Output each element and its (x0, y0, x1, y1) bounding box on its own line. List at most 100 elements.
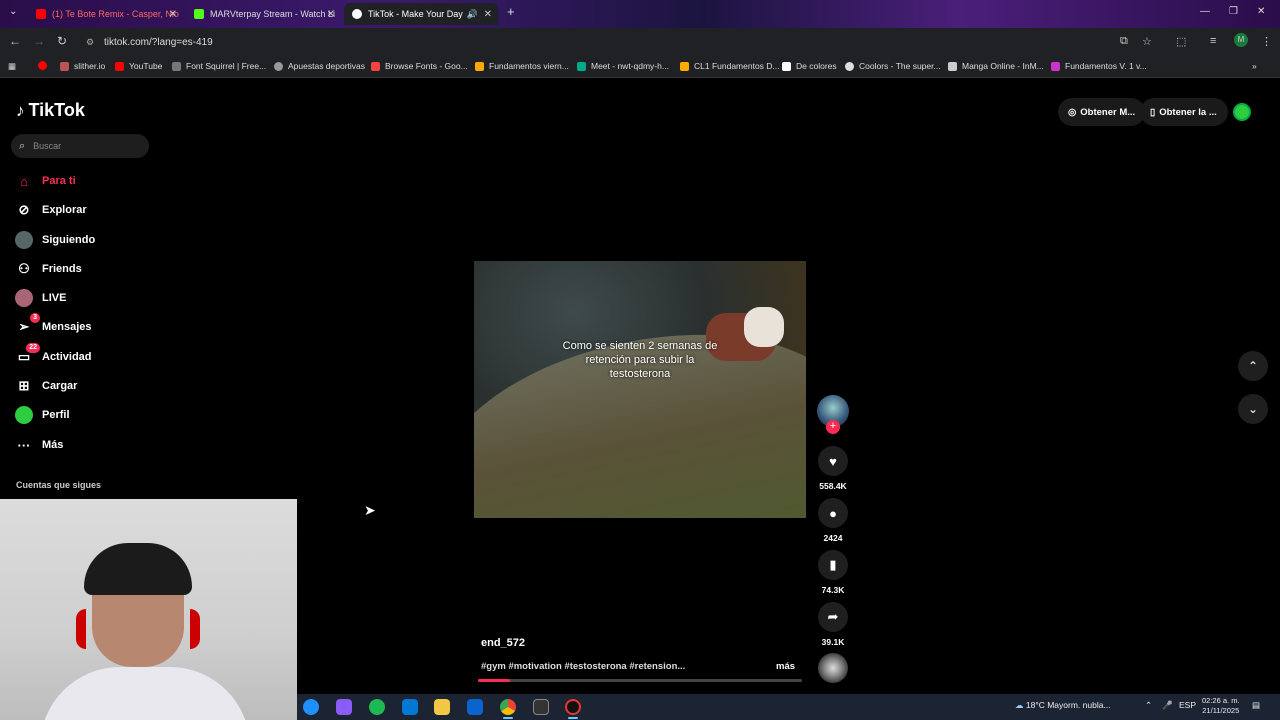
tab-search-icon[interactable]: ⌄ (9, 6, 17, 17)
audio-playing-icon[interactable]: 🔊 (467, 9, 478, 20)
search-placeholder: Buscar (33, 141, 62, 151)
get-app-button[interactable]: ▯ Obtener la ... (1140, 98, 1228, 126)
more-button[interactable]: más (776, 661, 795, 672)
bookmark-7[interactable]: CL1 Fundamentos D... (680, 61, 780, 71)
microphone-icon[interactable]: 🎤 (1162, 700, 1173, 711)
new-tab-button[interactable]: + (507, 4, 515, 19)
obs-icon[interactable] (565, 699, 581, 715)
tray-overflow-icon[interactable]: ⌃ (1145, 700, 1152, 711)
bookmark-5[interactable]: Fundamentos viern... (475, 61, 569, 71)
account-avatar[interactable]: M (1234, 33, 1248, 47)
weather-widget[interactable]: ☁ 18°C Mayorm. nubla... (1015, 700, 1111, 711)
bookmark-1[interactable]: YouTube (115, 61, 162, 71)
restore-button[interactable]: ❐ (1229, 6, 1238, 17)
sidebar-item-perfil[interactable]: Perfil (14, 405, 70, 425)
home-icon: ⌂ (20, 173, 28, 189)
taskbar-clock[interactable]: 02:26 a. m. 21/11/2025 (1202, 696, 1240, 716)
chevron-down-icon: ⌄ (1247, 402, 1259, 416)
comment-action[interactable]: ● 2424 (817, 498, 849, 543)
close-tab-icon[interactable]: ✕ (169, 9, 177, 20)
address-bar[interactable]: ⚙ tiktok.com/?lang=es-419 (80, 31, 1160, 53)
youtube-music-icon (38, 61, 47, 70)
spotify-icon[interactable] (369, 699, 385, 715)
bookmark-4[interactable]: Browse Fonts - Goo... (371, 61, 468, 71)
language-indicator[interactable]: ESP (1179, 700, 1196, 710)
bookmark-10[interactable]: Manga Online - InM... (948, 61, 1044, 71)
bookmark-0[interactable]: slither.io (60, 61, 105, 71)
like-count: 558.4K (819, 481, 847, 491)
extensions-icon[interactable]: ⬚ (1176, 35, 1186, 48)
previous-video-button[interactable]: ⌃ (1238, 351, 1268, 381)
more-bookmarks-icon[interactable]: » (1252, 61, 1257, 71)
close-tab-icon[interactable]: ✕ (327, 9, 335, 20)
following-avatar (14, 231, 34, 249)
install-app-icon[interactable]: ⧉ (1120, 35, 1128, 48)
forward-icon[interactable]: → (33, 34, 45, 48)
slither-icon (60, 61, 69, 71)
chrome-icon[interactable] (500, 699, 516, 715)
sidebar-item-mensajes[interactable]: ➢ 3 Mensajes (14, 313, 92, 337)
menu-kebab-icon[interactable]: ⋮ (1261, 35, 1272, 48)
video-player[interactable]: Como se sienten 2 semanas de retención p… (474, 261, 806, 518)
video-caption: Como se sienten 2 semanas de retención p… (562, 340, 718, 380)
outlook-icon[interactable] (402, 699, 418, 715)
apps-grid-icon[interactable]: ▦ (8, 61, 16, 72)
close-window-button[interactable]: ✕ (1257, 6, 1265, 17)
share-count: 39.1K (821, 637, 845, 647)
close-tab-icon[interactable]: ✕ (484, 9, 492, 20)
share-action[interactable]: ➦ 39.1K (817, 602, 849, 647)
user-profile-avatar[interactable] (1233, 103, 1251, 121)
squirrel-icon (172, 61, 181, 71)
sidebar-item-explorar[interactable]: ⊘ Explorar (14, 200, 87, 220)
get-coins-button[interactable]: ◎ Obtener M... (1058, 98, 1146, 126)
bookmark-star-icon[interactable]: ☆ (1142, 35, 1152, 48)
copilot-icon[interactable] (336, 699, 352, 715)
file-explorer-icon[interactable] (434, 699, 450, 715)
follow-plus-icon[interactable]: + (826, 420, 840, 434)
comment-icon[interactable]: ● (818, 498, 848, 528)
bookmark-11[interactable]: Fundamentos V. 1 v... (1051, 61, 1147, 71)
clock-time: 02:26 a. m. (1202, 696, 1240, 705)
sidebar-item-actividad[interactable]: ▭ 22 Actividad (14, 343, 92, 367)
bookmark-3[interactable]: Apuestas deportivas (274, 61, 365, 71)
tab-tiktok[interactable]: TikTok - Make Your Day 🔊 ✕ (344, 3, 498, 25)
bookmark-9[interactable]: Coolors - The super... (845, 61, 941, 71)
tab-kick[interactable]: MARVterpay Stream - Watch Li ✕ (186, 3, 341, 25)
sidebar-item-siguiendo[interactable]: Siguiendo (14, 230, 95, 250)
sidebar-item-para-ti[interactable]: ⌂ Para ti (14, 171, 76, 191)
sidebar-item-mas[interactable]: ··· Más (14, 435, 64, 455)
next-video-button[interactable]: ⌄ (1238, 394, 1268, 424)
notifications-icon[interactable]: ▤ (1252, 700, 1260, 711)
video-cow-head (744, 307, 784, 347)
bookmark-6[interactable]: Meet - nwt-qdmy-h... (577, 61, 669, 71)
store-icon[interactable] (467, 699, 483, 715)
save-action[interactable]: ▮ 74.3K (817, 550, 849, 595)
minimize-button[interactable]: — (1200, 6, 1210, 17)
music-disc-icon[interactable] (818, 653, 848, 683)
progress-fill (478, 679, 511, 682)
video-author[interactable]: end_572 (481, 637, 525, 649)
bookmark-8[interactable]: De colores (782, 61, 837, 71)
video-description: #gym #motivation #testosterona #retensio… (481, 661, 686, 672)
meet-icon (577, 61, 586, 71)
bookmark-youtube-music[interactable] (38, 61, 52, 70)
bookmark-2[interactable]: Font Squirrel | Free... (172, 61, 266, 71)
heart-icon[interactable]: ♥ (818, 446, 848, 476)
search-input[interactable]: ⌕ Buscar (11, 134, 149, 158)
tab-youtube[interactable]: (1) Te Bote Remix - Casper, Nio ✕ (28, 3, 183, 25)
youtube-favicon-icon (36, 9, 46, 19)
media-control-icon[interactable]: ≡ (1210, 35, 1216, 47)
share-icon[interactable]: ➦ (818, 602, 848, 632)
sidebar-item-cargar[interactable]: ⊞ Cargar (14, 376, 78, 396)
site-info-icon[interactable]: ⚙ (86, 37, 94, 48)
back-icon[interactable]: ← (9, 34, 21, 48)
tiktok-logo[interactable]: ♪ TikTok (16, 100, 85, 121)
video-progress-bar[interactable] (478, 679, 802, 682)
edge-icon[interactable] (303, 699, 319, 715)
terminal-icon[interactable] (533, 699, 549, 715)
bookmark-icon[interactable]: ▮ (818, 550, 848, 580)
reload-icon[interactable]: ↻ (57, 34, 67, 48)
like-action[interactable]: ♥ 558.4K (817, 446, 849, 491)
sidebar-item-live[interactable]: LIVE (14, 288, 66, 308)
sidebar-item-friends[interactable]: ⚇ Friends (14, 259, 82, 279)
